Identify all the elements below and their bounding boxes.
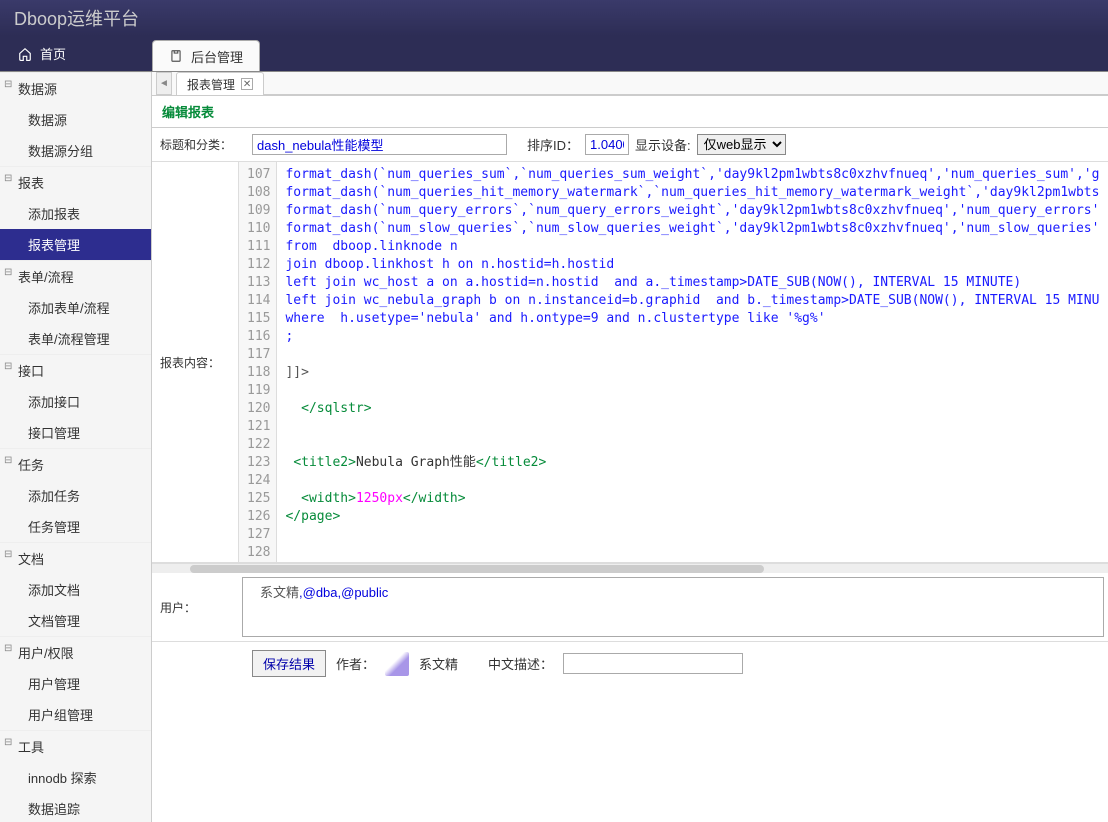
title-input[interactable]	[252, 134, 507, 155]
app-header: Dboop运维平台	[0, 0, 1108, 36]
sidebar-item[interactable]: 报表管理	[0, 229, 151, 260]
sidebar-item[interactable]: 用户组管理	[0, 699, 151, 730]
document-icon	[169, 49, 183, 63]
sidebar-item[interactable]: 任务管理	[0, 511, 151, 542]
app-title: Dboop运维平台	[14, 5, 139, 31]
row-report-content: 报表内容： 1071081091101111121131141151161171…	[152, 162, 1108, 563]
label-title-category: 标题和分类：	[160, 136, 246, 153]
sidebar-item[interactable]: 数据源	[0, 104, 151, 135]
home-label: 首页	[40, 44, 66, 63]
tab-scroll-left[interactable]: ◄	[156, 72, 172, 95]
sidebar-group[interactable]: 数据源	[0, 72, 151, 104]
row-title-category: 标题和分类： 排序ID： 显示设备: 仅web显示	[152, 128, 1108, 162]
sidebar: 数据源数据源数据源分组报表添加报表报表管理表单/流程添加表单/流程表单/流程管理…	[0, 72, 152, 822]
sidebar-item[interactable]: 数据源分组	[0, 135, 151, 166]
sidebar-group[interactable]: 表单/流程	[0, 260, 151, 292]
line-gutter: 1071081091101111121131141151161171181191…	[239, 162, 277, 562]
inner-tab-bar: ◄ 报表管理 ✕	[152, 72, 1108, 96]
panel-title: 编辑报表	[152, 96, 1108, 128]
sidebar-group[interactable]: 接口	[0, 354, 151, 386]
device-select[interactable]: 仅web显示	[697, 134, 786, 155]
tab-backend-mgmt[interactable]: 后台管理	[152, 40, 260, 71]
avatar	[385, 652, 409, 676]
sidebar-item[interactable]: 添加任务	[0, 480, 151, 511]
label-report-content: 报表内容：	[152, 162, 238, 562]
sidebar-item[interactable]: 添加接口	[0, 386, 151, 417]
code-lines[interactable]: format_dash(`num_queries_sum`,`num_queri…	[277, 162, 1108, 562]
row-users: 用户： xx系文精,@dba,@public	[152, 573, 1108, 642]
inner-tab-report-mgmt[interactable]: 报表管理 ✕	[176, 72, 264, 95]
main-layout: 数据源数据源数据源分组报表添加报表报表管理表单/流程添加表单/流程表单/流程管理…	[0, 72, 1108, 822]
tab-label: 后台管理	[191, 47, 243, 66]
home-tab[interactable]: 首页	[0, 36, 152, 71]
sidebar-item[interactable]: 表单/流程管理	[0, 323, 151, 354]
top-nav: 首页 后台管理	[0, 36, 1108, 72]
users-textarea[interactable]: xx系文精,@dba,@public	[242, 577, 1104, 637]
row-actions: 保存结果 作者： 系文精 中文描述：	[152, 642, 1108, 685]
code-editor[interactable]: 1071081091101111121131141151161171181191…	[238, 162, 1108, 562]
sidebar-item[interactable]: 文档管理	[0, 605, 151, 636]
label-sort-id: 排序ID：	[527, 135, 579, 154]
sidebar-group[interactable]: 文档	[0, 542, 151, 574]
sidebar-group[interactable]: 工具	[0, 730, 151, 762]
sidebar-item[interactable]: 添加报表	[0, 198, 151, 229]
sidebar-item[interactable]: 数据追踪	[0, 793, 151, 822]
label-users: 用户：	[152, 573, 238, 641]
desc-input[interactable]	[563, 653, 743, 674]
label-device: 显示设备:	[635, 135, 691, 154]
sidebar-item[interactable]: 用户管理	[0, 668, 151, 699]
author-name: 系文精	[419, 654, 458, 673]
sidebar-group[interactable]: 报表	[0, 166, 151, 198]
sidebar-group[interactable]: 用户/权限	[0, 636, 151, 668]
main-panel: ◄ 报表管理 ✕ 编辑报表 标题和分类： 排序ID： 显示设备: 仅web显示 …	[152, 72, 1108, 822]
sidebar-group[interactable]: 任务	[0, 448, 151, 480]
sort-id-input[interactable]	[585, 134, 629, 155]
sidebar-item[interactable]: 添加表单/流程	[0, 292, 151, 323]
sidebar-item[interactable]: 添加文档	[0, 574, 151, 605]
label-author: 作者：	[336, 654, 375, 673]
label-desc: 中文描述：	[488, 654, 553, 673]
editor-h-scrollbar[interactable]	[152, 563, 1108, 573]
sidebar-item[interactable]: innodb 探索	[0, 762, 151, 793]
save-button[interactable]: 保存结果	[252, 650, 326, 677]
inner-tab-label: 报表管理	[187, 76, 235, 93]
close-icon[interactable]: ✕	[241, 78, 253, 90]
sidebar-item[interactable]: 接口管理	[0, 417, 151, 448]
home-icon	[18, 47, 32, 61]
